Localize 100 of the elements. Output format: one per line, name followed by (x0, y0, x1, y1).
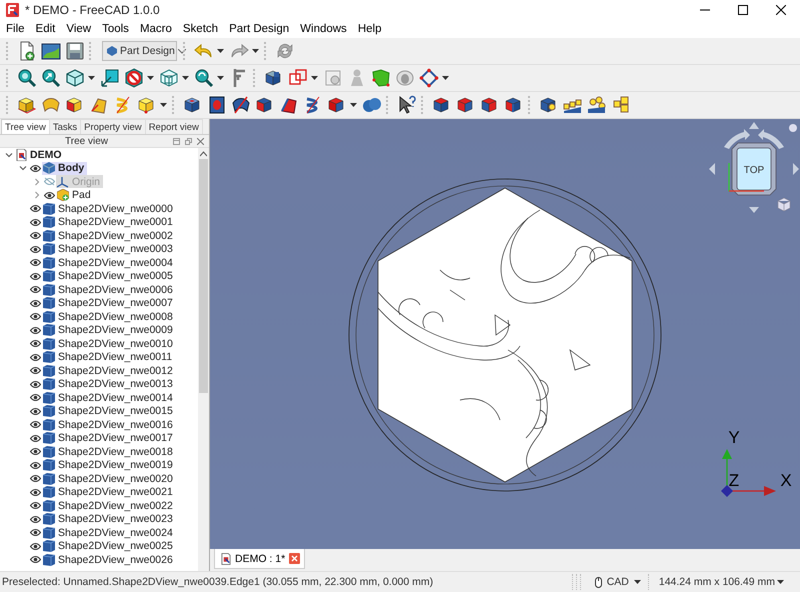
menu-item[interactable]: Help (354, 23, 386, 35)
caret-icon[interactable] (442, 76, 449, 80)
panel-tab[interactable]: Report view (144, 119, 203, 134)
tree-item[interactable]: Shape2DView_nwe0014 (42, 391, 176, 404)
eye-icon[interactable] (30, 542, 41, 551)
chevron-icon[interactable] (4, 150, 12, 159)
magnifier-icon[interactable] (194, 68, 214, 88)
tree-item[interactable]: Shape2DView_nwe0020 (42, 472, 176, 486)
tree-item[interactable]: Shape2DView_nwe0018 (42, 445, 176, 458)
dimension-selector[interactable]: 144.24 mm x 106.49 mm (650, 576, 800, 588)
eye-icon[interactable] (30, 406, 41, 416)
eye-icon[interactable] (30, 272, 41, 281)
eye-icon[interactable] (30, 326, 41, 335)
tree-item[interactable]: Shape2DView_nwe0004 (42, 256, 176, 270)
eye-icon[interactable] (30, 366, 41, 376)
tree-item[interactable]: Shape2DView_nwe0009 (42, 324, 176, 337)
menu-item[interactable]: Windows (296, 23, 351, 35)
diamond-icon[interactable] (419, 68, 439, 88)
eye-icon[interactable] (30, 231, 41, 240)
menu-item[interactable]: Macro (136, 23, 176, 35)
eye-icon[interactable] (30, 285, 41, 294)
eye-icon[interactable] (30, 514, 41, 524)
tree-item[interactable]: Shape2DView_nwe0000 (42, 202, 176, 216)
eye-icon[interactable] (30, 352, 41, 362)
eye-icon[interactable] (30, 528, 41, 538)
tree-item[interactable]: Shape2DView_nwe0008 (42, 310, 176, 324)
eye-icon[interactable] (30, 380, 41, 389)
tree-item[interactable]: Shape2DView_nwe0026 (42, 553, 176, 566)
eye-icon[interactable] (30, 447, 41, 456)
eye-icon[interactable] (30, 312, 41, 322)
tree-item[interactable]: Shape2DView_nwe0006 (42, 283, 176, 296)
eye-icon[interactable] (30, 164, 41, 173)
tree-item[interactable]: Shape2DView_nwe0010 (42, 337, 176, 350)
menu-item[interactable]: File (2, 23, 29, 35)
tree-item[interactable]: Shape2DView_nwe0021 (42, 486, 176, 499)
menu-item[interactable]: Edit (32, 23, 60, 35)
tree-item[interactable]: Shape2DView_nwe0013 (42, 378, 176, 391)
tree-item[interactable]: Shape2DView_nwe0019 (42, 458, 176, 472)
menu-item[interactable]: Part Design (225, 23, 294, 35)
tree-item[interactable]: Shape2DView_nwe0005 (42, 270, 176, 283)
pattern-icon[interactable] (611, 95, 631, 115)
spheres-icon[interactable] (362, 95, 382, 115)
eye-icon[interactable] (30, 258, 41, 268)
tree-item[interactable]: Shape2DView_nwe0001 (42, 216, 176, 229)
tree-item[interactable]: Shape2DView_nwe0024 (42, 526, 176, 540)
caret-icon[interactable] (311, 76, 318, 80)
save-icon[interactable] (65, 41, 85, 61)
close-icon[interactable] (776, 5, 786, 15)
eye-icon[interactable] (30, 488, 41, 497)
panel-tab[interactable]: Tasks (48, 119, 82, 134)
tree-item[interactable]: Shape2DView_nwe0015 (42, 404, 176, 418)
eye-icon[interactable] (30, 460, 41, 470)
scroll-up-icon[interactable] (200, 151, 207, 157)
eye-icon[interactable] (30, 244, 41, 254)
eye-icon[interactable] (30, 339, 41, 348)
caret-icon[interactable] (350, 102, 357, 108)
box-arrow-icon[interactable] (100, 68, 120, 88)
tree-item[interactable]: Shape2DView_nwe0002 (42, 229, 176, 242)
menu-item[interactable]: Sketch (178, 23, 222, 35)
chevron-icon[interactable] (18, 164, 26, 172)
eye-icon[interactable] (30, 218, 41, 227)
zoom-icon[interactable] (41, 68, 61, 88)
panel-tab[interactable]: Property view (80, 119, 146, 134)
caret-icon[interactable] (147, 76, 154, 80)
navigation-style-selector[interactable]: CAD (582, 576, 647, 588)
eye-icon[interactable] (30, 434, 41, 443)
navigation-cube[interactable] (709, 122, 799, 213)
pad-icon[interactable] (17, 95, 37, 115)
caret-icon[interactable] (217, 48, 224, 54)
caret-icon[interactable] (160, 102, 167, 108)
caret-icon[interactable] (88, 76, 95, 80)
tree-item[interactable]: Shape2DView_nwe0016 (42, 418, 176, 432)
tree-item[interactable]: Shape2DView_nwe0007 (42, 296, 176, 310)
eye-icon[interactable] (30, 204, 41, 214)
tree-item[interactable]: Shape2DView_nwe0017 (42, 432, 176, 445)
document-tab[interactable]: DEMO : 1* (214, 549, 306, 569)
tree-item[interactable]: Body (42, 162, 88, 175)
tree-item[interactable]: Shape2DView_nwe0003 (42, 242, 176, 256)
tree-item[interactable]: DEMO (15, 148, 64, 162)
eye-icon[interactable] (30, 474, 41, 484)
wire-cube-icon[interactable] (159, 68, 179, 88)
tree-item[interactable]: Shape2DView_nwe0025 (42, 540, 176, 553)
tree-item[interactable]: Shape2DView_nwe0012 (42, 364, 176, 378)
caret-icon[interactable] (182, 76, 189, 80)
hole-icon[interactable] (207, 95, 227, 115)
zoom-icon[interactable] (17, 68, 37, 88)
eye-icon[interactable] (30, 420, 41, 430)
eye-icon[interactable] (44, 190, 55, 200)
menu-item[interactable]: View (62, 23, 96, 35)
tree-item[interactable]: Shape2DView_nwe0011 (42, 350, 176, 364)
eye-icon[interactable] (30, 393, 41, 402)
refresh-icon[interactable] (275, 41, 295, 61)
groove-icon[interactable] (231, 95, 251, 115)
cube-icon[interactable] (65, 68, 85, 88)
scrollbar[interactable] (198, 148, 209, 571)
shape-icon[interactable] (371, 68, 391, 88)
pointer-help-icon[interactable] (397, 95, 417, 115)
menu-item[interactable]: Tools (98, 23, 133, 35)
image-file-icon[interactable] (41, 41, 61, 61)
revolve-icon[interactable] (41, 95, 61, 115)
